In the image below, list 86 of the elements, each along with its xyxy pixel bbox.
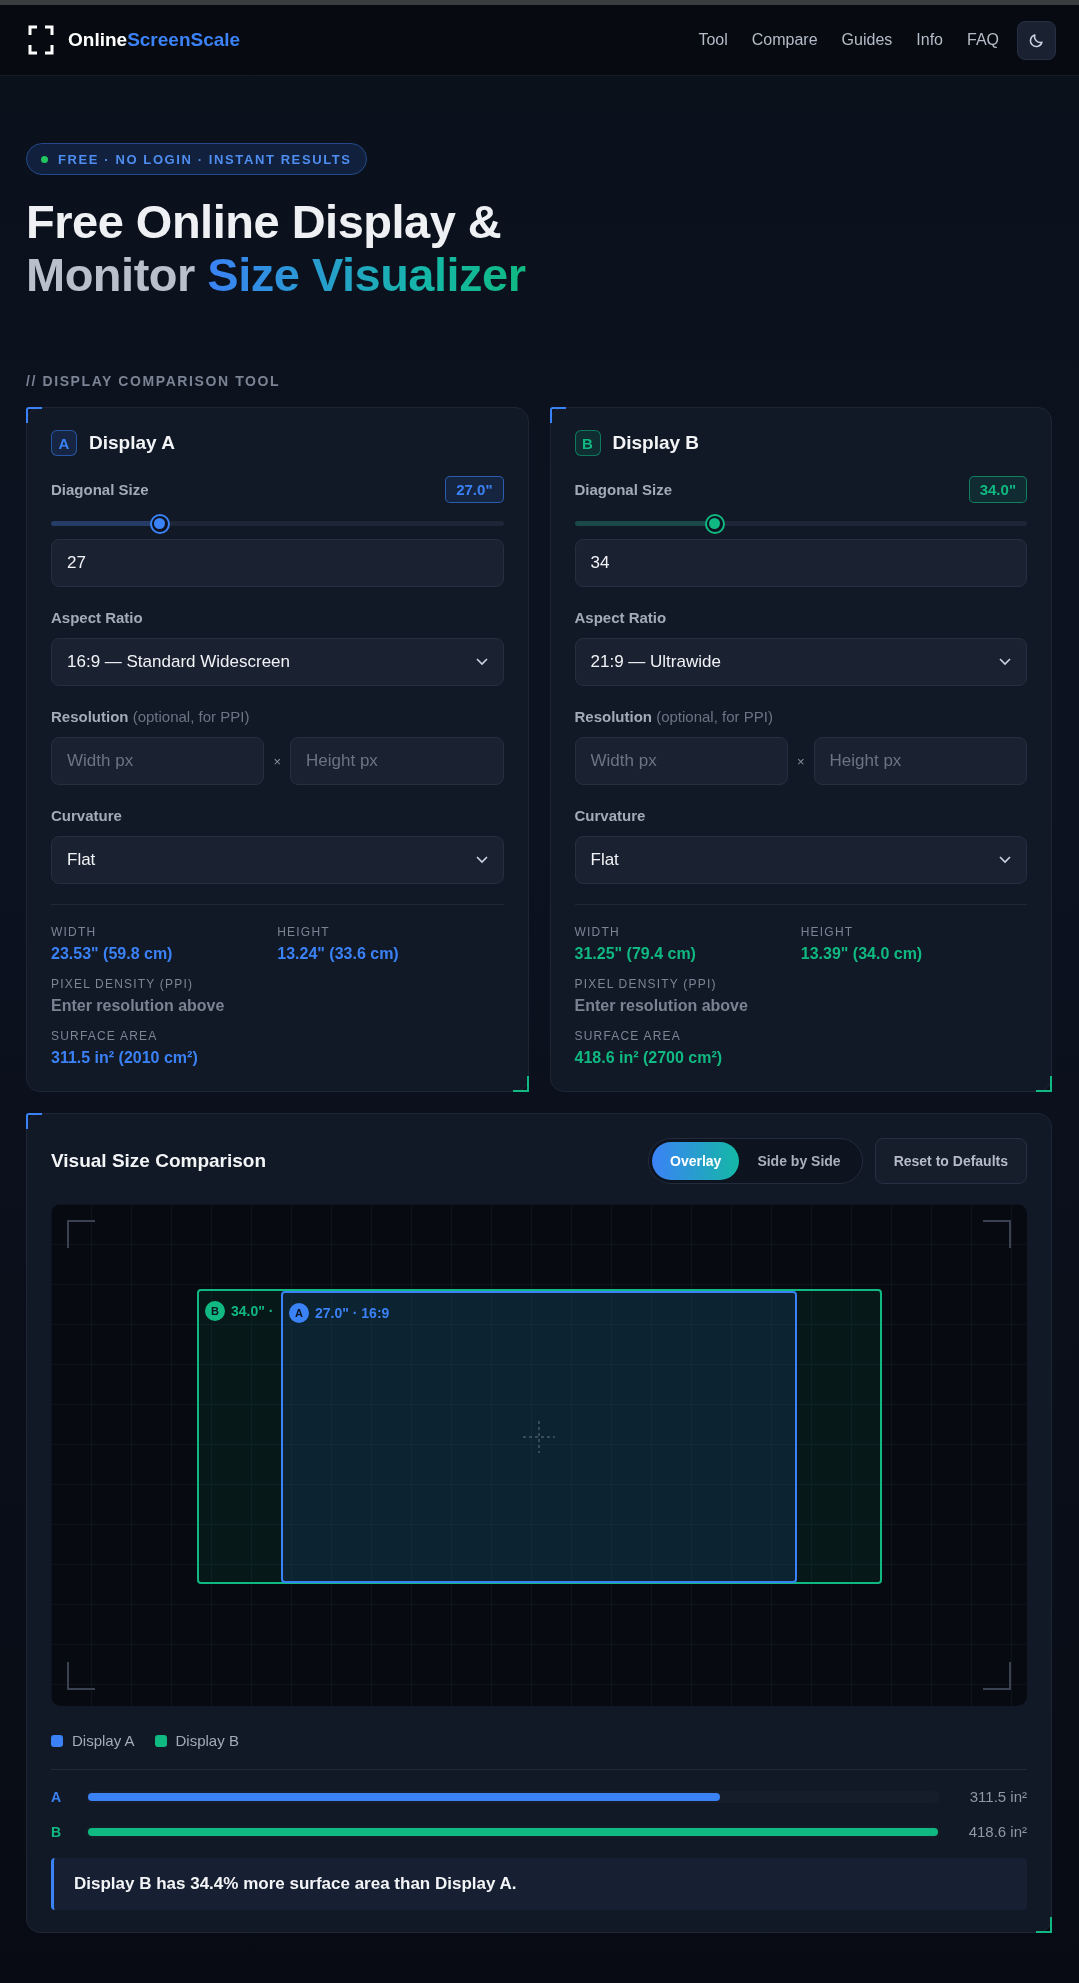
page-heading: Free Online Display & Monitor Size Visualizer [26,195,527,301]
chevron-down-icon [475,658,488,666]
panel-title: Visual Size Comparison [51,1150,267,1172]
area-reading: 311.5 in² [968,1788,1027,1805]
stat-label: WIDTH [574,925,621,939]
card-title: Display B [612,432,700,454]
frame-corners-icon [28,25,54,55]
theme-toggle-button[interactable] [1017,20,1056,60]
screen-label: 34.0" · [231,1303,274,1319]
crosshair-icon [523,1421,555,1453]
letter-badge: B [574,430,601,456]
stat-value: 13.39" (34.0 cm) [800,945,924,963]
stat-value: 13.24" (33.6 cm) [277,945,400,963]
stat-label: HEIGHT [277,925,331,939]
status-dot [41,155,48,163]
moon-icon [1027,31,1046,49]
nav-link[interactable]: Info [916,31,943,49]
corner-bracket [983,1220,1011,1248]
height-input[interactable]: Height px [813,737,1027,785]
size-badge: 34.0" [968,476,1027,503]
nav-link[interactable]: Tool [698,31,728,49]
aspect-ratio-select[interactable]: 16:9 — Standard Widescreen [51,638,504,686]
field-label: Curvature [51,807,123,824]
corner-accent [512,1076,529,1092]
view-mode-tab[interactable]: Side by Side [739,1142,859,1180]
chevron-down-icon [999,856,1011,864]
field-label: Aspect Ratio [51,609,144,626]
card-title: Display A [89,432,175,454]
corner-accent [26,1113,42,1129]
section-label: // DISPLAY COMPARISON TOOL [26,373,282,389]
legend-label: Display B [175,1732,239,1749]
screen-label: 27.0" · 16:9 [315,1305,390,1321]
reset-button[interactable]: Reset to Defaults [874,1138,1027,1184]
letter-marker: B [205,1301,225,1321]
stat-value: 311.5 in² (2010 cm²) [51,1049,199,1067]
nav-link[interactable]: Compare [751,31,818,49]
stat-value: 31.25" (79.4 cm) [574,945,697,963]
height-input[interactable]: Height px [290,737,504,785]
field-label: Aspect Ratio [574,609,668,626]
nav-link[interactable]: Guides [841,31,893,49]
field-label: Resolution (optional, for PPI) [574,708,774,725]
summary-callout: Display B has 34.4% more surface area than Display A. [51,1858,1027,1910]
corner-accent [1036,1076,1052,1092]
chevron-down-icon [475,856,488,864]
corner-bracket [983,1662,1011,1690]
slider-thumb[interactable] [149,513,170,534]
width-input[interactable]: Width px [574,737,788,785]
field-label: Diagonal Size [574,481,673,498]
badge-text: FREE · NO LOGIN · INSTANT RESULTS [58,151,352,167]
bar-letter: B [51,1823,63,1840]
stat-label: HEIGHT [800,925,855,939]
field-label: Diagonal Size [51,481,149,498]
logo-text[interactable]: OnlineScreenScale [68,29,241,51]
stat-label: SURFACE AREA [574,1029,682,1043]
chevron-down-icon [999,658,1011,666]
stat-label: PIXEL DENSITY (PPI) [574,977,718,991]
diagonal-input[interactable]: 27 [51,539,504,587]
stat-label: WIDTH [51,925,98,939]
times-sign: × [273,753,282,769]
bar-letter: A [51,1788,63,1805]
stat-value: Enter resolution above [51,997,226,1015]
slider-thumb[interactable] [704,513,725,534]
letter-marker: A [289,1303,309,1323]
diagonal-input[interactable]: 34 [574,539,1027,587]
corner-accent [26,407,42,423]
nav-link[interactable]: FAQ [967,31,999,49]
stat-label: PIXEL DENSITY (PPI) [51,977,195,991]
field-label: Resolution (optional, for PPI) [51,708,251,725]
letter-badge: A [51,430,77,456]
stat-label: SURFACE AREA [51,1029,159,1043]
stat-value: Enter resolution above [574,997,749,1015]
stat-value: 23.53" (59.8 cm) [51,945,174,963]
corner-accent [1036,1917,1052,1933]
corner-bracket [67,1220,95,1248]
times-sign: × [796,753,805,769]
area-reading: 418.6 in² [967,1823,1027,1840]
curvature-select[interactable]: Flat [51,836,504,884]
size-badge: 27.0" [445,476,504,503]
legend-label: Display A [72,1732,135,1749]
corner-accent [549,407,566,423]
aspect-ratio-select[interactable]: 21:9 — Ultrawide [574,638,1027,686]
curvature-select[interactable]: Flat [574,836,1027,884]
stat-value: 418.6 in² (2700 cm²) [574,1049,724,1067]
corner-bracket [67,1662,95,1690]
field-label: Curvature [574,807,647,824]
width-input[interactable]: Width px [51,737,265,785]
